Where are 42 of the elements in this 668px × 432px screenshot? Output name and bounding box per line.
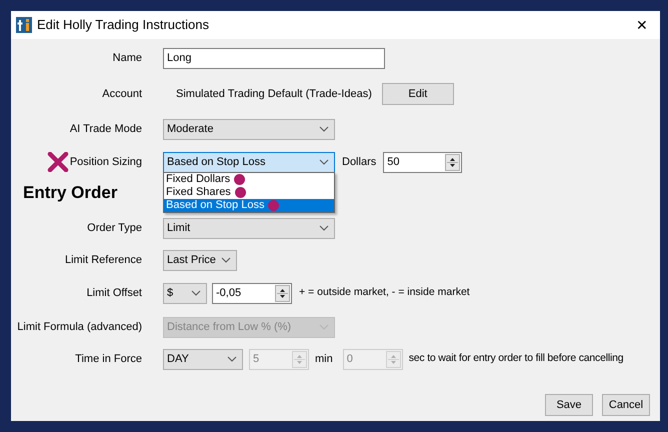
window-title: Edit Holly Trading Instructions bbox=[37, 16, 210, 34]
dropdown[interactable]: $ bbox=[163, 282, 207, 304]
dropdown[interactable]: Moderate bbox=[163, 118, 335, 140]
close-button[interactable]: ✕ bbox=[632, 18, 652, 32]
field-label: Order Type bbox=[87, 220, 142, 236]
field-label: Limit Formula (advanced) bbox=[17, 320, 142, 335]
number-field[interactable]: 50 bbox=[383, 152, 462, 172]
dropdown-option[interactable]: Fixed Shares bbox=[164, 186, 334, 198]
dropdown-option[interactable]: Fixed Dollars bbox=[164, 172, 334, 186]
app-logo-icon bbox=[16, 17, 32, 33]
field-label: AI Trade Mode bbox=[70, 122, 142, 137]
unit-label: min bbox=[315, 352, 333, 367]
section-heading: Entry Order bbox=[23, 182, 118, 204]
field-label: Account bbox=[102, 86, 142, 102]
account-name: Simulated Trading Default (Trade-Ideas) bbox=[176, 86, 372, 102]
cross-mark-icon bbox=[46, 152, 69, 172]
number-field[interactable]: -0,05 bbox=[212, 282, 292, 304]
hint-text: + = outside market, - = inside market bbox=[299, 285, 470, 300]
edit-button[interactable]: Edit bbox=[382, 83, 454, 105]
dropdown[interactable]: DAY bbox=[163, 348, 243, 370]
chevron-icon bbox=[319, 225, 329, 231]
field-label: Position Sizing bbox=[70, 154, 142, 170]
dropdown[interactable]: Based on Stop Loss bbox=[163, 152, 335, 172]
field-label: Time in Force bbox=[75, 352, 142, 367]
field-label: Limit Reference bbox=[64, 252, 142, 268]
field-label: Limit Offset bbox=[86, 286, 142, 301]
chevron-icon bbox=[319, 159, 329, 165]
dropdown-option[interactable]: Based on Stop Loss bbox=[164, 198, 334, 212]
hint-text: sec to wait for entry order to fill before cancelling bbox=[408, 351, 624, 366]
chevron-icon bbox=[221, 257, 231, 263]
field-label: Dollars bbox=[342, 154, 376, 170]
text-field[interactable]: Long bbox=[163, 48, 385, 68]
chevron-icon bbox=[227, 356, 237, 362]
chevron-icon bbox=[191, 290, 201, 296]
spin-button[interactable] bbox=[445, 154, 460, 170]
spin-button[interactable] bbox=[275, 284, 290, 302]
field-label: Name bbox=[112, 50, 142, 66]
cancel-button[interactable]: Cancel bbox=[602, 394, 650, 416]
save-button[interactable]: Save bbox=[545, 394, 593, 416]
chevron-icon bbox=[319, 126, 329, 132]
dropdown[interactable]: Limit bbox=[163, 218, 335, 238]
dropdown[interactable]: Last Price bbox=[163, 250, 237, 270]
